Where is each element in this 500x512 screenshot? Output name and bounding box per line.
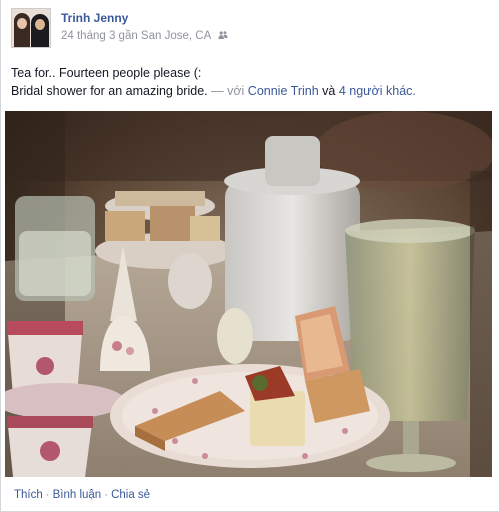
tagged-person-link[interactable]: Connie Trinh bbox=[248, 84, 319, 98]
others-link[interactable]: 4 người khác. bbox=[339, 84, 416, 98]
story-text: Tea for.. Fourteen people please (: Brid… bbox=[11, 64, 491, 100]
timestamp-location[interactable]: 24 tháng 3 gần San Jose, CA bbox=[61, 30, 211, 42]
story-meta: 24 tháng 3 gần San Jose, CA bbox=[61, 30, 228, 42]
author-name-link[interactable]: Trinh Jenny bbox=[61, 11, 128, 25]
friends-icon[interactable] bbox=[218, 30, 228, 40]
feed-story: Trinh Jenny 24 tháng 3 gần San Jose, CA … bbox=[0, 0, 500, 512]
story-actions: Thích · Bình luận · Chia sẻ bbox=[14, 489, 151, 501]
comment-button[interactable]: Bình luận bbox=[53, 489, 102, 501]
avatar[interactable] bbox=[11, 8, 51, 48]
story-header: Trinh Jenny 24 tháng 3 gần San Jose, CA bbox=[11, 8, 471, 50]
story-text-line2: Bridal shower for an amazing bride. — vớ… bbox=[11, 84, 416, 98]
story-text-line1: Tea for.. Fourteen people please (: bbox=[11, 66, 202, 80]
story-photo[interactable] bbox=[5, 111, 492, 477]
photo-image bbox=[5, 111, 492, 477]
share-button[interactable]: Chia sẻ bbox=[111, 489, 150, 501]
like-button[interactable]: Thích bbox=[14, 489, 43, 501]
